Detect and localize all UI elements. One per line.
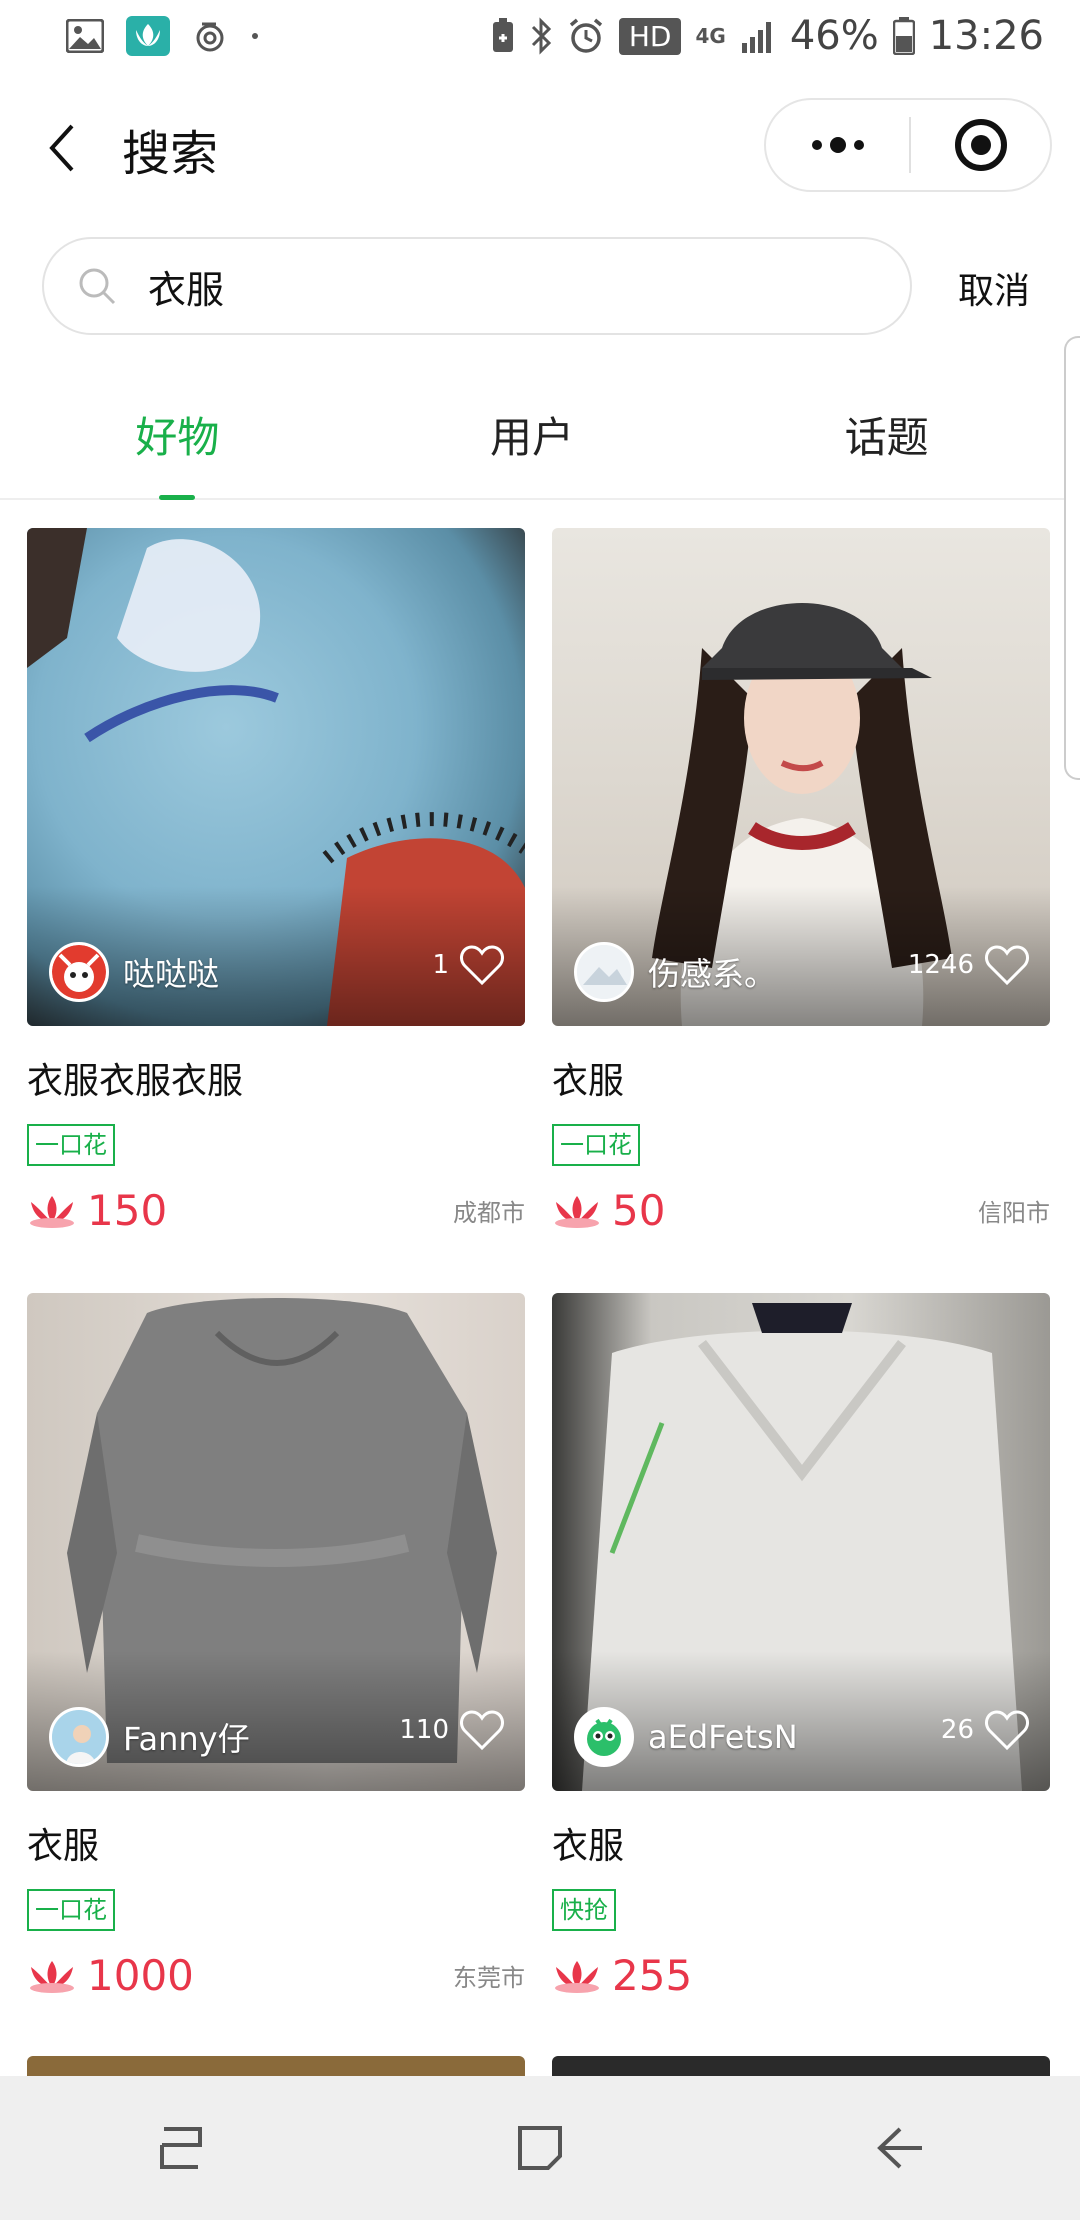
price-row: 255 (552, 1949, 1050, 2001)
owner-name: Fanny仔 (123, 1720, 250, 1758)
item-owner[interactable]: Fanny仔 (49, 1707, 250, 1767)
price-row: 1000 东莞市 (27, 1949, 525, 2001)
recent-apps-button[interactable] (130, 2108, 230, 2188)
item-photo[interactable]: aEdFetsN 26 (552, 1293, 1050, 1791)
item-owner[interactable]: aEdFetsN (574, 1707, 798, 1767)
hd-voice-badge: HD (618, 17, 682, 55)
item-photo[interactable]: Fanny仔 110 (27, 1293, 525, 1791)
list-item[interactable]: 哒哒哒 1 衣服衣服衣服 一口花 150 成都市 (27, 528, 525, 1236)
tab-users[interactable]: 用户 (355, 370, 710, 498)
like-count: 26 (941, 1709, 1030, 1751)
like-count-value: 1246 (907, 950, 974, 980)
close-mini-program-button[interactable] (911, 100, 1050, 190)
item-owner[interactable]: 哒哒哒 (49, 942, 219, 1002)
item-price: 255 (612, 1950, 693, 2000)
back-arrow-icon (49, 124, 74, 172)
avatar (49, 1707, 109, 1767)
app-notification-icon (126, 16, 170, 56)
swirl-notification-icon (192, 16, 228, 56)
owner-name: 伤感系。 (648, 955, 777, 993)
item-city: 成都市 (453, 1198, 525, 1227)
back-button[interactable] (40, 118, 84, 178)
side-drawer-handle[interactable] (1064, 336, 1080, 780)
lotus-price-icon (30, 1196, 74, 1228)
like-count: 1 (432, 944, 505, 986)
item-title: 衣服 (27, 1826, 100, 1867)
next-item-photo-peek[interactable] (552, 2056, 1050, 2076)
list-item[interactable]: Fanny仔 110 衣服 一口花 1000 东莞市 (27, 1293, 525, 2001)
more-dots-icon (811, 137, 864, 153)
price-row: 150 成都市 (27, 1184, 525, 1236)
item-title: 衣服 (552, 1061, 625, 1102)
tab-goods[interactable]: 好物 (0, 370, 355, 500)
heart-icon[interactable] (459, 1709, 505, 1751)
like-count: 1246 (908, 944, 1030, 986)
alarm-icon (567, 16, 605, 56)
search-query-text: 衣服 (148, 267, 225, 312)
owner-name: aEdFetsN (648, 1718, 798, 1756)
item-city: 东莞市 (453, 1963, 525, 1992)
item-price: 1000 (87, 1950, 194, 2000)
like-count: 110 (399, 1709, 505, 1751)
item-price: 150 (87, 1185, 168, 1235)
battery-percent: 46% (789, 13, 879, 59)
list-item[interactable]: 伤感系。 1246 衣服 一口花 50 信阳市 (552, 528, 1050, 1236)
system-back-icon (877, 2127, 922, 2169)
system-navigation-bar (0, 2076, 1080, 2220)
gallery-notification-icon (66, 16, 104, 56)
home-square-icon (518, 2126, 562, 2170)
item-tag: 一口花 (552, 1124, 640, 1166)
heart-icon[interactable] (984, 1709, 1030, 1751)
search-icon (79, 268, 116, 305)
next-item-photo-peek[interactable] (27, 2056, 525, 2076)
avatar (574, 1707, 634, 1767)
battery-saver-icon (491, 16, 515, 56)
like-count-value: 110 (399, 1715, 449, 1745)
target-close-icon (954, 119, 1007, 171)
item-photo[interactable]: 哒哒哒 1 (27, 528, 525, 1026)
item-owner[interactable]: 伤感系。 (574, 942, 776, 1002)
capsule-menu (764, 98, 1052, 192)
item-tag: 快抢 (552, 1889, 616, 1931)
heart-icon[interactable] (459, 944, 505, 986)
result-tabs: 好物 用户 话题 (0, 370, 1064, 500)
status-bar: HD 4G 46% 13:26 (0, 0, 1080, 72)
mini-program-header: 搜索 (0, 90, 1080, 200)
item-price: 50 (612, 1185, 666, 1235)
avatar (574, 942, 634, 1002)
signal-icon (740, 16, 776, 56)
battery-icon (892, 16, 915, 56)
lotus-price-icon (555, 1961, 599, 1993)
item-title: 衣服 (552, 1826, 625, 1867)
tab-topics[interactable]: 话题 (709, 370, 1064, 498)
clock: 13:26 (928, 13, 1044, 59)
home-button[interactable] (490, 2108, 590, 2188)
item-title: 衣服衣服衣服 (27, 1061, 244, 1102)
like-count-value: 1 (432, 950, 449, 980)
search-input[interactable]: 衣服 (42, 237, 912, 335)
heart-icon[interactable] (984, 944, 1030, 986)
list-item[interactable]: aEdFetsN 26 衣服 快抢 255 (552, 1293, 1050, 2001)
network-type: 4G (695, 24, 726, 48)
more-button[interactable] (766, 100, 909, 190)
system-back-button[interactable] (850, 2108, 950, 2188)
owner-name: 哒哒哒 (123, 955, 220, 993)
price-row: 50 信阳市 (552, 1184, 1050, 1236)
recent-apps-icon (160, 2127, 202, 2169)
more-notifications-dot-icon (250, 16, 260, 56)
avatar (49, 942, 109, 1002)
lotus-price-icon (30, 1961, 74, 1993)
item-photo[interactable]: 伤感系。 1246 (552, 528, 1050, 1026)
item-tag: 一口花 (27, 1889, 115, 1931)
cancel-button[interactable]: 取消 (958, 262, 1030, 314)
like-count-value: 26 (940, 1715, 974, 1745)
lotus-price-icon (555, 1196, 599, 1228)
item-city: 信阳市 (978, 1198, 1050, 1227)
page-title: 搜索 (122, 126, 219, 182)
bluetooth-icon (529, 16, 553, 56)
item-tag: 一口花 (27, 1124, 115, 1166)
